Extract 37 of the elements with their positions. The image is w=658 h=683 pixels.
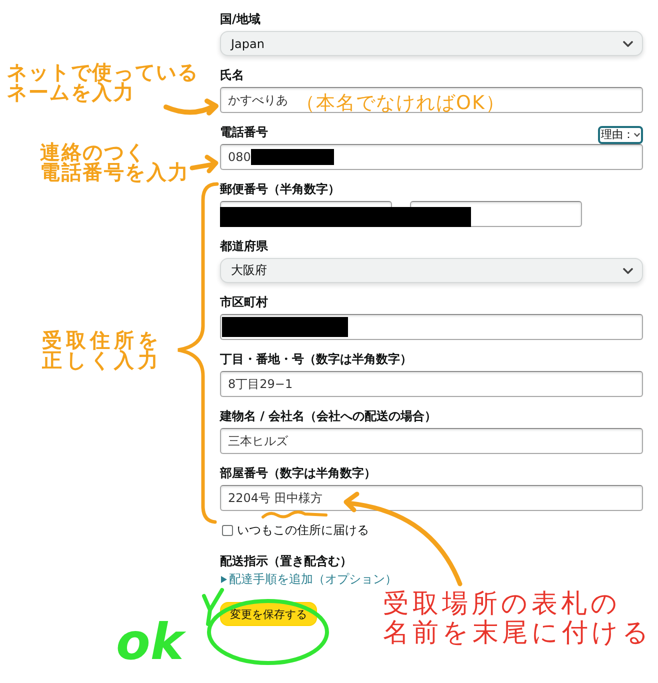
chevron-down-icon bbox=[623, 268, 633, 274]
input-field[interactable]: 三本ヒルズ bbox=[220, 428, 643, 454]
handwritten-tick bbox=[202, 588, 224, 626]
section-label: 配送指示（置き配含む） bbox=[220, 554, 352, 568]
input-field[interactable]: 2204号 田中様方 bbox=[220, 485, 643, 511]
field-label: 市区町村 bbox=[220, 295, 268, 309]
annotation-text: ネットで使っている ネームを入力 bbox=[7, 62, 199, 102]
reason-dropdown[interactable]: 理由： bbox=[598, 126, 643, 144]
input-field[interactable] bbox=[410, 201, 582, 227]
annotation-text: ok bbox=[116, 617, 184, 667]
field-label: 建物名 / 会社名（会社への配送の場合） bbox=[220, 409, 437, 423]
checkbox-label[interactable]: いつもこの住所に届ける bbox=[237, 523, 369, 538]
input-field[interactable]: 080 bbox=[220, 144, 643, 170]
caret-icon bbox=[221, 576, 227, 583]
input-field[interactable]: 8丁目29−1 bbox=[220, 371, 643, 397]
squiggle-underline bbox=[262, 510, 328, 518]
annotation-text: （本名でなければOK） bbox=[296, 93, 506, 113]
field-label: 都道府県 bbox=[220, 239, 268, 253]
add-instructions-link[interactable]: 配達手順を追加（オプション） bbox=[229, 572, 397, 587]
field-label: 電話番号 bbox=[220, 125, 268, 139]
dropdown-select[interactable]: Japan bbox=[220, 31, 643, 56]
field-label: 部屋番号（数字は半角数字） bbox=[220, 466, 376, 480]
field-label: 丁目・番地・号（数字は半角数字） bbox=[220, 352, 412, 366]
arrow bbox=[190, 154, 218, 174]
input-field[interactable] bbox=[220, 314, 643, 340]
checkbox[interactable] bbox=[222, 525, 233, 536]
curved-arrow bbox=[164, 98, 218, 116]
field-label: 国/地域 bbox=[220, 12, 260, 26]
annotation-text: 連絡のつく 電話番号を入力 bbox=[40, 142, 190, 182]
chevron-down-icon bbox=[634, 133, 640, 137]
field-label: 氏名 bbox=[220, 68, 244, 82]
dropdown-select[interactable]: 大阪府 bbox=[220, 258, 643, 283]
input-field[interactable] bbox=[220, 201, 392, 227]
annotation-text: 受取住所を 正しく入力 bbox=[42, 330, 162, 370]
chevron-down-icon bbox=[623, 40, 633, 46]
annotation-text: 受取場所の表札の 名前を末尾に付ける bbox=[383, 590, 652, 648]
field-label: 郵便番号（半角数字） bbox=[220, 182, 340, 196]
